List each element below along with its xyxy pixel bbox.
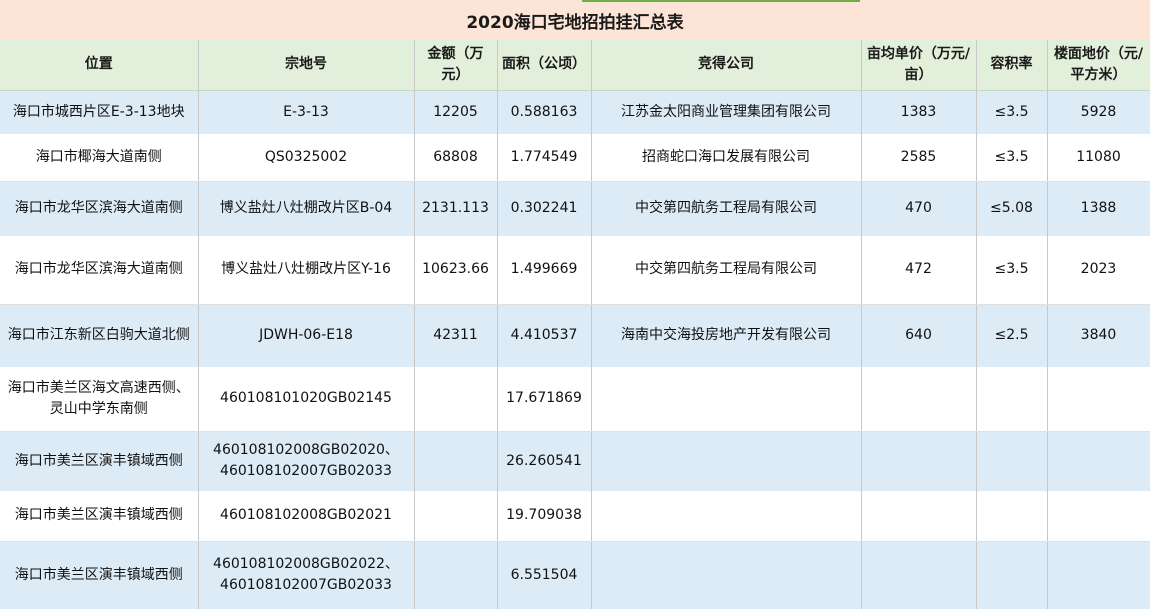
- cell-floor-price[interactable]: [1047, 431, 1150, 491]
- cell-price-per-mu[interactable]: [861, 491, 977, 542]
- header-floor-price[interactable]: 楼面地价（元/平方米）: [1047, 40, 1150, 91]
- cell-location[interactable]: 海口市椰海大道南侧: [0, 134, 199, 182]
- header-amount[interactable]: 金额（万元）: [414, 40, 498, 91]
- cell-parcel[interactable]: 460108101020GB02145: [198, 367, 415, 432]
- cell-parcel[interactable]: QS0325002: [198, 134, 415, 182]
- cell-amount[interactable]: 68808: [414, 134, 498, 182]
- cell-amount[interactable]: [414, 367, 498, 432]
- cell-plot-ratio[interactable]: [976, 491, 1048, 542]
- cell-amount[interactable]: [414, 491, 498, 542]
- cell-floor-price[interactable]: 1388: [1047, 181, 1150, 236]
- cell-area[interactable]: 26.260541: [497, 431, 592, 491]
- cell-plot-ratio[interactable]: ≤3.5: [976, 236, 1048, 305]
- cell-plot-ratio[interactable]: ≤3.5: [976, 90, 1048, 134]
- cell-plot-ratio[interactable]: [976, 431, 1048, 491]
- cell-price-per-mu[interactable]: 640: [861, 304, 977, 367]
- cell-floor-price[interactable]: [1047, 367, 1150, 432]
- cell-parcel[interactable]: 博义盐灶八灶棚改片区Y-16: [198, 236, 415, 305]
- cell-floor-price[interactable]: [1047, 491, 1150, 542]
- table-title: 2020海口宅地招拍挂汇总表: [0, 0, 1150, 41]
- cell-price-per-mu[interactable]: [861, 541, 977, 609]
- cell-location[interactable]: 海口市龙华区滨海大道南侧: [0, 236, 199, 305]
- cell-area[interactable]: 1.499669: [497, 236, 592, 305]
- table-row: 海口市椰海大道南侧 QS0325002 68808 1.774549 招商蛇口海…: [0, 134, 1150, 182]
- cell-company[interactable]: 海南中交海投房地产开发有限公司: [591, 304, 862, 367]
- table-row: 海口市龙华区滨海大道南侧 博义盐灶八灶棚改片区B-04 2131.113 0.3…: [0, 181, 1150, 236]
- cell-location[interactable]: 海口市美兰区演丰镇域西侧: [0, 541, 199, 609]
- cell-plot-ratio[interactable]: ≤5.08: [976, 181, 1048, 236]
- cell-floor-price[interactable]: [1047, 541, 1150, 609]
- cell-plot-ratio[interactable]: [976, 541, 1048, 609]
- cell-company[interactable]: [591, 541, 862, 609]
- cell-amount[interactable]: 10623.66: [414, 236, 498, 305]
- table-row: 海口市龙华区滨海大道南侧 博义盐灶八灶棚改片区Y-16 10623.66 1.4…: [0, 236, 1150, 305]
- cell-amount[interactable]: 2131.113: [414, 181, 498, 236]
- cell-amount[interactable]: [414, 541, 498, 609]
- cell-price-per-mu[interactable]: [861, 431, 977, 491]
- cell-location[interactable]: 海口市美兰区演丰镇域西侧: [0, 431, 199, 491]
- cell-floor-price[interactable]: 11080: [1047, 134, 1150, 182]
- cell-parcel[interactable]: 博义盐灶八灶棚改片区B-04: [198, 181, 415, 236]
- cell-amount[interactable]: [414, 431, 498, 491]
- header-location[interactable]: 位置: [0, 40, 199, 91]
- cell-area[interactable]: 1.774549: [497, 134, 592, 182]
- cell-area[interactable]: 17.671869: [497, 367, 592, 432]
- cell-location[interactable]: 海口市美兰区演丰镇域西侧: [0, 491, 199, 542]
- cell-location[interactable]: 海口市美兰区海文高速西侧、灵山中学东南侧: [0, 367, 199, 432]
- cell-company[interactable]: 中交第四航务工程局有限公司: [591, 181, 862, 236]
- cell-area[interactable]: 0.588163: [497, 90, 592, 134]
- cell-location[interactable]: 海口市江东新区白驹大道北侧: [0, 304, 199, 367]
- header-plot-ratio[interactable]: 容积率: [976, 40, 1048, 91]
- cell-company[interactable]: [591, 367, 862, 432]
- cell-amount[interactable]: 12205: [414, 90, 498, 134]
- header-area[interactable]: 面积（公顷）: [497, 40, 592, 91]
- header-row: 位置 宗地号 金额（万元） 面积（公顷） 竞得公司 亩均单价（万元/亩） 容积率…: [0, 40, 1150, 91]
- cell-parcel[interactable]: 460108102008GB02021: [198, 491, 415, 542]
- cell-amount[interactable]: 42311: [414, 304, 498, 367]
- cell-plot-ratio[interactable]: ≤2.5: [976, 304, 1048, 367]
- cell-company[interactable]: [591, 491, 862, 542]
- table-row: 海口市美兰区海文高速西侧、灵山中学东南侧 460108101020GB02145…: [0, 367, 1150, 432]
- cell-area[interactable]: 19.709038: [497, 491, 592, 542]
- selection-indicator: [582, 0, 860, 2]
- cell-company[interactable]: [591, 431, 862, 491]
- cell-floor-price[interactable]: 3840: [1047, 304, 1150, 367]
- cell-price-per-mu[interactable]: 470: [861, 181, 977, 236]
- cell-area[interactable]: 0.302241: [497, 181, 592, 236]
- cell-parcel[interactable]: JDWH-06-E18: [198, 304, 415, 367]
- cell-price-per-mu[interactable]: [861, 367, 977, 432]
- cell-parcel[interactable]: 460108102008GB02020、460108102007GB02033: [198, 431, 415, 491]
- cell-plot-ratio[interactable]: [976, 367, 1048, 432]
- cell-area[interactable]: 4.410537: [497, 304, 592, 367]
- land-auction-table: 位置 宗地号 金额（万元） 面积（公顷） 竞得公司 亩均单价（万元/亩） 容积率…: [0, 40, 1150, 609]
- cell-area[interactable]: 6.551504: [497, 541, 592, 609]
- header-price-per-mu[interactable]: 亩均单价（万元/亩）: [861, 40, 977, 91]
- cell-price-per-mu[interactable]: 2585: [861, 134, 977, 182]
- cell-price-per-mu[interactable]: 472: [861, 236, 977, 305]
- cell-parcel[interactable]: E-3-13: [198, 90, 415, 134]
- table-row: 海口市美兰区演丰镇域西侧 460108102008GB02022、4601081…: [0, 541, 1150, 609]
- cell-plot-ratio[interactable]: ≤3.5: [976, 134, 1048, 182]
- cell-location[interactable]: 海口市龙华区滨海大道南侧: [0, 181, 199, 236]
- cell-parcel[interactable]: 460108102008GB02022、460108102007GB02033: [198, 541, 415, 609]
- header-parcel[interactable]: 宗地号: [198, 40, 415, 91]
- cell-company[interactable]: 江苏金太阳商业管理集团有限公司: [591, 90, 862, 134]
- cell-price-per-mu[interactable]: 1383: [861, 90, 977, 134]
- table-row: 海口市城西片区E-3-13地块 E-3-13 12205 0.588163 江苏…: [0, 90, 1150, 134]
- cell-floor-price[interactable]: 5928: [1047, 90, 1150, 134]
- table-row: 海口市美兰区演丰镇域西侧 460108102008GB02020、4601081…: [0, 431, 1150, 491]
- cell-company[interactable]: 中交第四航务工程局有限公司: [591, 236, 862, 305]
- title-text: 2020海口宅地招拍挂汇总表: [466, 12, 684, 33]
- header-company[interactable]: 竞得公司: [591, 40, 862, 91]
- cell-floor-price[interactable]: 2023: [1047, 236, 1150, 305]
- cell-company[interactable]: 招商蛇口海口发展有限公司: [591, 134, 862, 182]
- table-row: 海口市美兰区演丰镇域西侧 460108102008GB02021 19.7090…: [0, 491, 1150, 542]
- cell-location[interactable]: 海口市城西片区E-3-13地块: [0, 90, 199, 134]
- table-row: 海口市江东新区白驹大道北侧 JDWH-06-E18 42311 4.410537…: [0, 304, 1150, 367]
- spreadsheet: 2020海口宅地招拍挂汇总表 位置 宗地号 金额（万元） 面积（公顷） 竞得公司…: [0, 0, 1150, 609]
